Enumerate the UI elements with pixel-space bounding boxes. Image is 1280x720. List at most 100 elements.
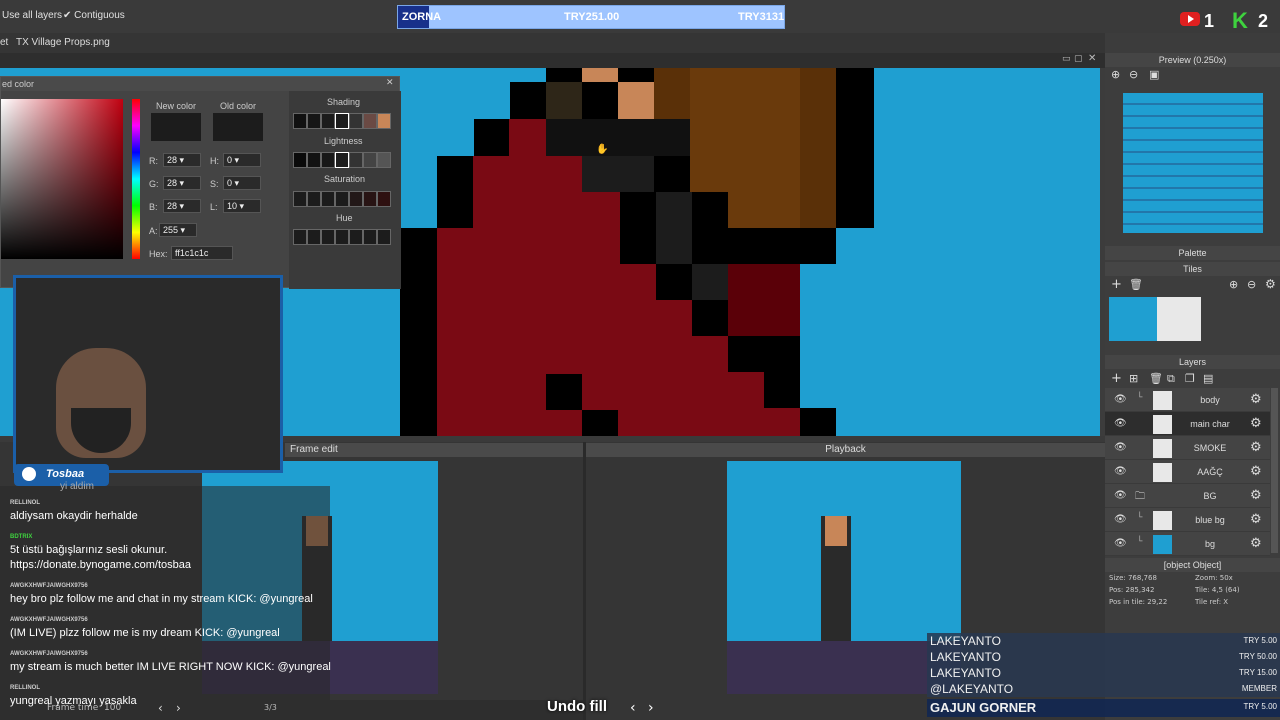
delete-tile-icon[interactable]: 🗑 <box>1129 278 1143 291</box>
supporter-row: LAKEYANTO TRY 5.00 <box>927 633 1280 649</box>
right-sidebar: Preview (0.250x) ⊕ ⊖ ▣ Palette Tiles + 🗑… <box>1105 53 1280 720</box>
reset-zoom-icon[interactable]: ▣ <box>1149 68 1159 81</box>
eye-icon[interactable]: 👁 <box>1114 514 1127 525</box>
tile-item[interactable] <box>1157 297 1201 341</box>
gear-icon[interactable]: ⚙ <box>1250 416 1262 431</box>
h-label: H: <box>210 156 219 166</box>
copy-layer-icon[interactable]: ❐ <box>1185 372 1195 385</box>
layer-row[interactable]: 👁 AAĞÇ ⚙ <box>1105 460 1270 484</box>
skin-pixel <box>618 82 654 119</box>
layer-row[interactable]: 👁 └ body ⚙ <box>1105 388 1270 412</box>
add-layer-icon[interactable]: + <box>1111 371 1122 386</box>
supporter-name: LAKEYANTO <box>930 650 1001 664</box>
old-color-swatch[interactable] <box>213 113 263 141</box>
a-input[interactable]: 255 ▾ <box>159 223 197 237</box>
new-color-swatch <box>151 113 201 141</box>
supporter-row: LAKEYANTO TRY 50.00 <box>927 649 1280 665</box>
zoom-in-icon[interactable]: ⊕ <box>1111 68 1120 81</box>
outline-pixel <box>546 82 582 119</box>
zoom-out-icon[interactable]: ⊖ <box>1129 68 1138 81</box>
cape-pixel <box>582 192 620 228</box>
saturation-value-area[interactable] <box>1 99 123 259</box>
contiguous-checkbox[interactable]: ✔ Contiguous <box>63 10 125 21</box>
g-input[interactable]: 28 ▾ <box>163 176 201 190</box>
outline-pixel <box>582 82 618 119</box>
preview-thumbnail[interactable] <box>1123 93 1263 233</box>
h-input[interactable]: 0 ▾ <box>223 153 261 167</box>
gear-icon[interactable]: ⚙ <box>1250 440 1262 455</box>
layer-row[interactable]: 👁 └ blue bg ⚙ <box>1105 508 1270 532</box>
layer-row[interactable]: 👁 main char ⚙ <box>1105 412 1270 436</box>
use-all-layers-option[interactable]: Use all layers <box>2 10 62 21</box>
b-label: B: <box>149 202 158 212</box>
body-pixel <box>728 336 800 372</box>
r-input[interactable]: 28 ▾ <box>163 153 201 167</box>
gear-icon[interactable]: ⚙ <box>1250 512 1262 527</box>
layers-scrollbar[interactable] <box>1271 388 1278 553</box>
close-icon[interactable]: ✕ <box>1088 53 1096 64</box>
eye-icon[interactable]: 👁 <box>1114 394 1127 405</box>
duplicate-layer-icon[interactable]: ⧉ <box>1167 372 1175 386</box>
minimize-icon[interactable]: ▭ <box>1062 54 1071 64</box>
eye-icon[interactable]: 👁 <box>1114 442 1127 453</box>
layer-name: bg <box>1204 539 1215 549</box>
supporter-row: LAKEYANTO TRY 15.00 <box>927 665 1280 681</box>
info-zoom: Zoom: 50x <box>1195 574 1233 582</box>
eye-icon[interactable]: 👁 <box>1114 490 1127 501</box>
playback-title: Playback <box>825 444 866 455</box>
a-value: 255 <box>163 225 179 235</box>
l-value: 10 <box>227 201 238 211</box>
preview-header: Preview (0.250x) <box>1105 53 1280 67</box>
tab-tx-village-props[interactable]: TX Village Props.png <box>16 37 110 48</box>
supporter-row: @LAKEYANTO MEMBER <box>927 681 1280 697</box>
outline-pixel <box>546 68 582 82</box>
close-icon[interactable]: ✕ <box>386 78 394 88</box>
indent-icon: └ <box>1137 393 1143 403</box>
cape-pixel <box>546 156 582 228</box>
b-input[interactable]: 28 ▾ <box>163 199 201 213</box>
cursor-icon: ✋ <box>596 144 609 155</box>
cape-pixel <box>473 156 509 228</box>
gear-icon[interactable]: ⚙ <box>1265 277 1276 291</box>
gear-icon[interactable]: ⚙ <box>1250 488 1262 503</box>
webcam-overlay <box>13 275 283 473</box>
layer-name: BG <box>1203 491 1217 501</box>
hue-swatches[interactable] <box>293 229 391 245</box>
tab-previous[interactable]: et <box>0 37 8 48</box>
hue-slider[interactable] <box>132 99 140 259</box>
shading-swatches[interactable] <box>293 113 391 129</box>
zoom-in-icon[interactable]: ⊕ <box>1229 278 1238 291</box>
hue-label: Hue <box>336 213 353 223</box>
lightness-swatches[interactable] <box>293 152 391 168</box>
color-picker-title: ed color <box>1 77 399 91</box>
s-input[interactable]: 0 ▾ <box>223 176 261 190</box>
eye-icon[interactable]: 👁 <box>1114 538 1127 549</box>
layer-name: AAĞÇ <box>1197 467 1223 477</box>
skin-pixel <box>582 68 618 82</box>
tile-item[interactable] <box>1109 297 1157 341</box>
layer-row[interactable]: 👁 SMOKE ⚙ <box>1105 436 1270 460</box>
maximize-icon[interactable]: ▢ <box>1074 54 1083 64</box>
layer-name: SMOKE <box>1193 443 1227 453</box>
body-pixel <box>692 228 836 264</box>
hex-input[interactable]: ff1c1c1c <box>171 246 233 260</box>
lightness-label: Lightness <box>324 136 363 146</box>
kick-icon: K <box>1232 8 1248 33</box>
gear-icon[interactable]: ⚙ <box>1250 536 1262 551</box>
delete-layer-icon[interactable]: 🗑 <box>1149 372 1163 385</box>
gear-icon[interactable]: ⚙ <box>1250 392 1262 407</box>
add-group-icon[interactable]: ⊞ <box>1129 372 1138 385</box>
zoom-out-icon[interactable]: ⊖ <box>1247 278 1256 291</box>
chat-username: AWGKXHWFJAIWGHX9756 <box>10 583 88 589</box>
saturation-swatches[interactable] <box>293 191 391 207</box>
cape-pixel <box>728 372 764 436</box>
eye-icon[interactable]: 👁 <box>1114 466 1127 477</box>
l-input[interactable]: 10 ▾ <box>223 199 261 213</box>
merge-layer-icon[interactable]: ▤ <box>1203 372 1213 385</box>
donor-name: ZORNA <box>402 11 442 23</box>
gear-icon[interactable]: ⚙ <box>1250 464 1262 479</box>
eye-icon[interactable]: 👁 <box>1114 418 1127 429</box>
layer-row[interactable]: 👁 └ bg ⚙ <box>1105 532 1270 556</box>
layer-row[interactable]: 👁 🗀 BG ⚙ <box>1105 484 1270 508</box>
add-tile-icon[interactable]: + <box>1111 277 1122 292</box>
